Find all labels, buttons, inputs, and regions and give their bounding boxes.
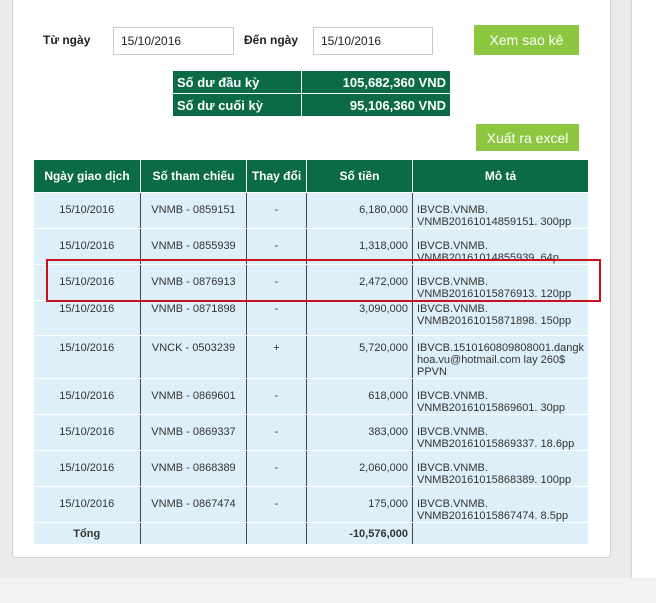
to-date-label: Đến ngày [244, 33, 299, 47]
opening-balance-value: 105,682,360 VND [301, 70, 451, 94]
desc-line-2: VNMB20161015867474. 8.5pp [417, 510, 569, 522]
table-row: 15/10/2016 VNMB - 0869601 - 618,000 IBVC… [33, 378, 589, 415]
row-description: IBVCB.VNMB. VNMB20161015867474. 8.5pp [412, 486, 589, 523]
desc-line-1: IBVCB.VNMB. [417, 390, 488, 402]
desc-line-1: IBVCB.1510160809808001.dangk [417, 342, 584, 354]
row-date: 15/10/2016 [33, 486, 141, 523]
total-label: Tổng [33, 522, 141, 545]
desc-line-1: IBVCB.VNMB. [417, 462, 488, 474]
table-row: 15/10/2016 VNMB - 0871898 - 3,090,000 IB… [33, 300, 589, 336]
bottom-strip [0, 578, 656, 603]
desc-line-2: VNMB20161014859151. 300pp [417, 216, 572, 228]
row-date: 15/10/2016 [33, 300, 141, 336]
row-reference: VNMB - 0859151 [140, 192, 247, 229]
right-side-bar [631, 0, 656, 579]
desc-line-2: VNMB20161015869337. 18.6pp [417, 438, 575, 450]
closing-balance-row: Số dư cuối kỳ 95,106,360 VND [172, 93, 451, 117]
row-amount: 175,000 [306, 486, 413, 523]
header-description: Mô tả [412, 159, 589, 193]
row-description: IBVCB.VNMB. VNMB20161015868389. 100pp [412, 450, 589, 487]
total-empty-change [246, 522, 307, 545]
row-date: 15/10/2016 [33, 335, 141, 379]
row-amount: 5,720,000 [306, 335, 413, 379]
row-reference: VNMB - 0869601 [140, 378, 247, 415]
from-date-input[interactable] [113, 27, 234, 55]
desc-line-1: IBVCB.VNMB. [417, 498, 488, 510]
total-row: Tổng -10,576,000 [33, 522, 589, 545]
row-change: - [246, 486, 307, 523]
row-description: IBVCB.VNMB. VNMB20161015869601. 30pp [412, 378, 589, 415]
row-change: - [246, 192, 307, 229]
table-row: 15/10/2016 VNMB - 0867474 - 175,000 IBVC… [33, 486, 589, 523]
desc-line-1: IBVCB.VNMB. [417, 303, 488, 315]
to-date-input[interactable] [313, 27, 433, 55]
desc-line-2: VNMB20161015869601. 30pp [417, 402, 566, 414]
row-reference: VNCK - 0503239 [140, 335, 247, 379]
header-change: Thay đổi [246, 159, 307, 193]
highlight-box [46, 259, 601, 302]
header-amount: Số tiền [306, 159, 413, 193]
balance-table: Số dư đầu kỳ 105,682,360 VND Số dư cuối … [172, 70, 451, 117]
desc-line-2: VNMB20161015871898. 150pp [417, 315, 572, 327]
row-reference: VNMB - 0869337 [140, 414, 247, 451]
desc-line-3: PPVN [417, 366, 447, 378]
row-amount: 618,000 [306, 378, 413, 415]
desc-line-2: VNMB20161015868389. 100pp [417, 474, 572, 486]
header-reference: Số tham chiếu [140, 159, 247, 193]
transactions-table: Ngày giao dịch Số tham chiếu Thay đổi Số… [33, 159, 589, 545]
desc-line-2: hoa.vu@hotmail.com lay 260$ [417, 354, 566, 366]
desc-line-1: IBVCB.VNMB. [417, 204, 488, 216]
row-change: - [246, 414, 307, 451]
row-change: - [246, 300, 307, 336]
row-description: IBVCB.VNMB. VNMB20161014859151. 300pp [412, 192, 589, 229]
total-empty-ref [140, 522, 247, 545]
row-change: + [246, 335, 307, 379]
table-row: 15/10/2016 VNMB - 0859151 - 6,180,000 IB… [33, 192, 589, 229]
row-description: IBVCB.VNMB. VNMB20161015869337. 18.6pp [412, 414, 589, 451]
row-date: 15/10/2016 [33, 450, 141, 487]
row-date: 15/10/2016 [33, 378, 141, 415]
closing-balance-label: Số dư cuối kỳ [172, 93, 302, 117]
opening-balance-row: Số dư đầu kỳ 105,682,360 VND [172, 70, 451, 94]
table-header-row: Ngày giao dịch Số tham chiếu Thay đổi Số… [33, 159, 589, 193]
row-change: - [246, 450, 307, 487]
row-amount: 6,180,000 [306, 192, 413, 229]
table-row: 15/10/2016 VNMB - 0869337 - 383,000 IBVC… [33, 414, 589, 451]
total-amount: -10,576,000 [306, 522, 413, 545]
row-reference: VNMB - 0871898 [140, 300, 247, 336]
row-change: - [246, 378, 307, 415]
row-reference: VNMB - 0867474 [140, 486, 247, 523]
row-amount: 2,060,000 [306, 450, 413, 487]
total-empty-desc [412, 522, 589, 545]
row-amount: 383,000 [306, 414, 413, 451]
row-date: 15/10/2016 [33, 192, 141, 229]
desc-line-1: IBVCB.VNMB. [417, 426, 488, 438]
export-excel-button[interactable]: Xuất ra excel [476, 124, 579, 151]
header-date: Ngày giao dịch [33, 159, 141, 193]
row-description: IBVCB.VNMB. VNMB20161015871898. 150pp [412, 300, 589, 336]
closing-balance-value: 95,106,360 VND [301, 93, 451, 117]
row-description: IBVCB.1510160809808001.dangk hoa.vu@hotma… [412, 335, 589, 379]
row-reference: VNMB - 0868389 [140, 450, 247, 487]
table-row: 15/10/2016 VNMB - 0868389 - 2,060,000 IB… [33, 450, 589, 487]
opening-balance-label: Số dư đầu kỳ [172, 70, 302, 94]
row-date: 15/10/2016 [33, 414, 141, 451]
row-amount: 3,090,000 [306, 300, 413, 336]
desc-line-1: IBVCB.VNMB. [417, 240, 488, 252]
from-date-label: Từ ngày [43, 33, 91, 47]
view-statement-button[interactable]: Xem sao kê [474, 25, 579, 55]
table-row: 15/10/2016 VNCK - 0503239 + 5,720,000 IB… [33, 335, 589, 379]
